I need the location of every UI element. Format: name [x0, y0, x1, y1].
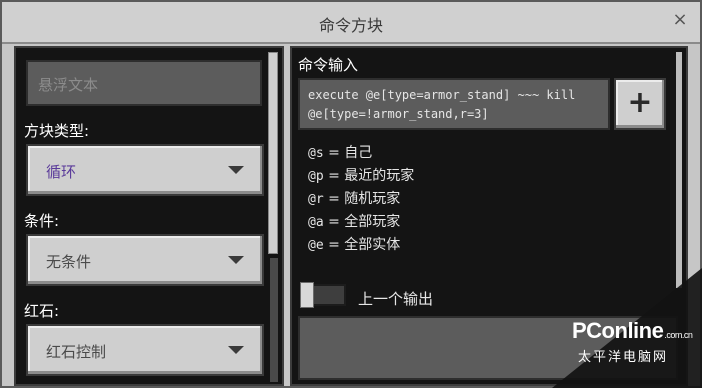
chevron-down-icon: [228, 166, 244, 174]
selector-desc: = 自己: [328, 145, 373, 161]
selector-code: @p: [308, 169, 324, 184]
selector-code: @r: [308, 192, 324, 207]
redstone-label: 红石:: [24, 302, 60, 320]
add-command-button[interactable]: +: [614, 78, 666, 130]
left-scrollbar-thumb[interactable]: [268, 52, 278, 254]
selector-code: @a: [308, 215, 324, 230]
block-type-label: 方块类型:: [24, 122, 90, 140]
condition-dropdown[interactable]: 无条件: [26, 234, 264, 286]
watermark-logo: PConline.com.cn: [572, 318, 693, 344]
list-item: @p = 最近的玩家: [308, 165, 414, 188]
title-bar: 命令方块 ×: [2, 2, 700, 44]
chevron-down-icon: [228, 256, 244, 264]
settings-panel: 悬浮文本 方块类型: 循环 条件: 无条件 红石: 红石控制: [14, 46, 284, 386]
watermark-brand: PConline: [572, 318, 664, 343]
selector-desc: = 全部实体: [328, 237, 401, 253]
left-scrollbar-track[interactable]: [270, 258, 278, 382]
selector-desc: = 随机玩家: [328, 191, 401, 207]
block-type-value: 循环: [46, 163, 77, 181]
selector-desc: = 全部玩家: [328, 214, 401, 230]
dialog-title: 命令方块: [318, 16, 383, 35]
command-input-label: 命令输入: [298, 56, 359, 74]
toggle-knob[interactable]: [300, 282, 314, 308]
list-item: @s = 自己: [308, 142, 414, 165]
list-item: @e = 全部实体: [308, 234, 414, 257]
watermark-domain: .com.cn: [664, 330, 693, 340]
watermark-subtitle: 太平洋电脑网: [578, 350, 669, 365]
right-scrollbar[interactable]: [676, 52, 682, 288]
previous-output-toggle[interactable]: [300, 282, 346, 308]
list-item: @r = 随机玩家: [308, 188, 414, 211]
command-line-2: @e[type=!armor_stand,r=3]: [308, 107, 489, 121]
condition-label: 条件:: [24, 212, 60, 230]
list-item: @a = 全部玩家: [308, 211, 414, 234]
close-icon[interactable]: ×: [670, 10, 690, 30]
block-type-dropdown[interactable]: 循环: [26, 144, 264, 196]
previous-output-label: 上一个输出: [358, 290, 434, 308]
redstone-dropdown[interactable]: 红石控制: [26, 324, 264, 376]
hover-text-input[interactable]: 悬浮文本: [26, 60, 262, 106]
selector-code: @e: [308, 238, 324, 253]
command-input[interactable]: execute @e[type=armor_stand] ~~~ kill @e[…: [298, 78, 610, 130]
redstone-value: 红石控制: [46, 343, 107, 361]
selector-code: @s: [308, 146, 324, 161]
condition-value: 无条件: [46, 253, 92, 271]
chevron-down-icon: [228, 346, 244, 354]
selector-desc: = 最近的玩家: [328, 168, 415, 184]
selector-help-list: @s = 自己 @p = 最近的玩家 @r = 随机玩家 @a = 全部玩家 @…: [308, 142, 414, 257]
command-line-1: execute @e[type=armor_stand] ~~~ kill: [308, 88, 576, 102]
